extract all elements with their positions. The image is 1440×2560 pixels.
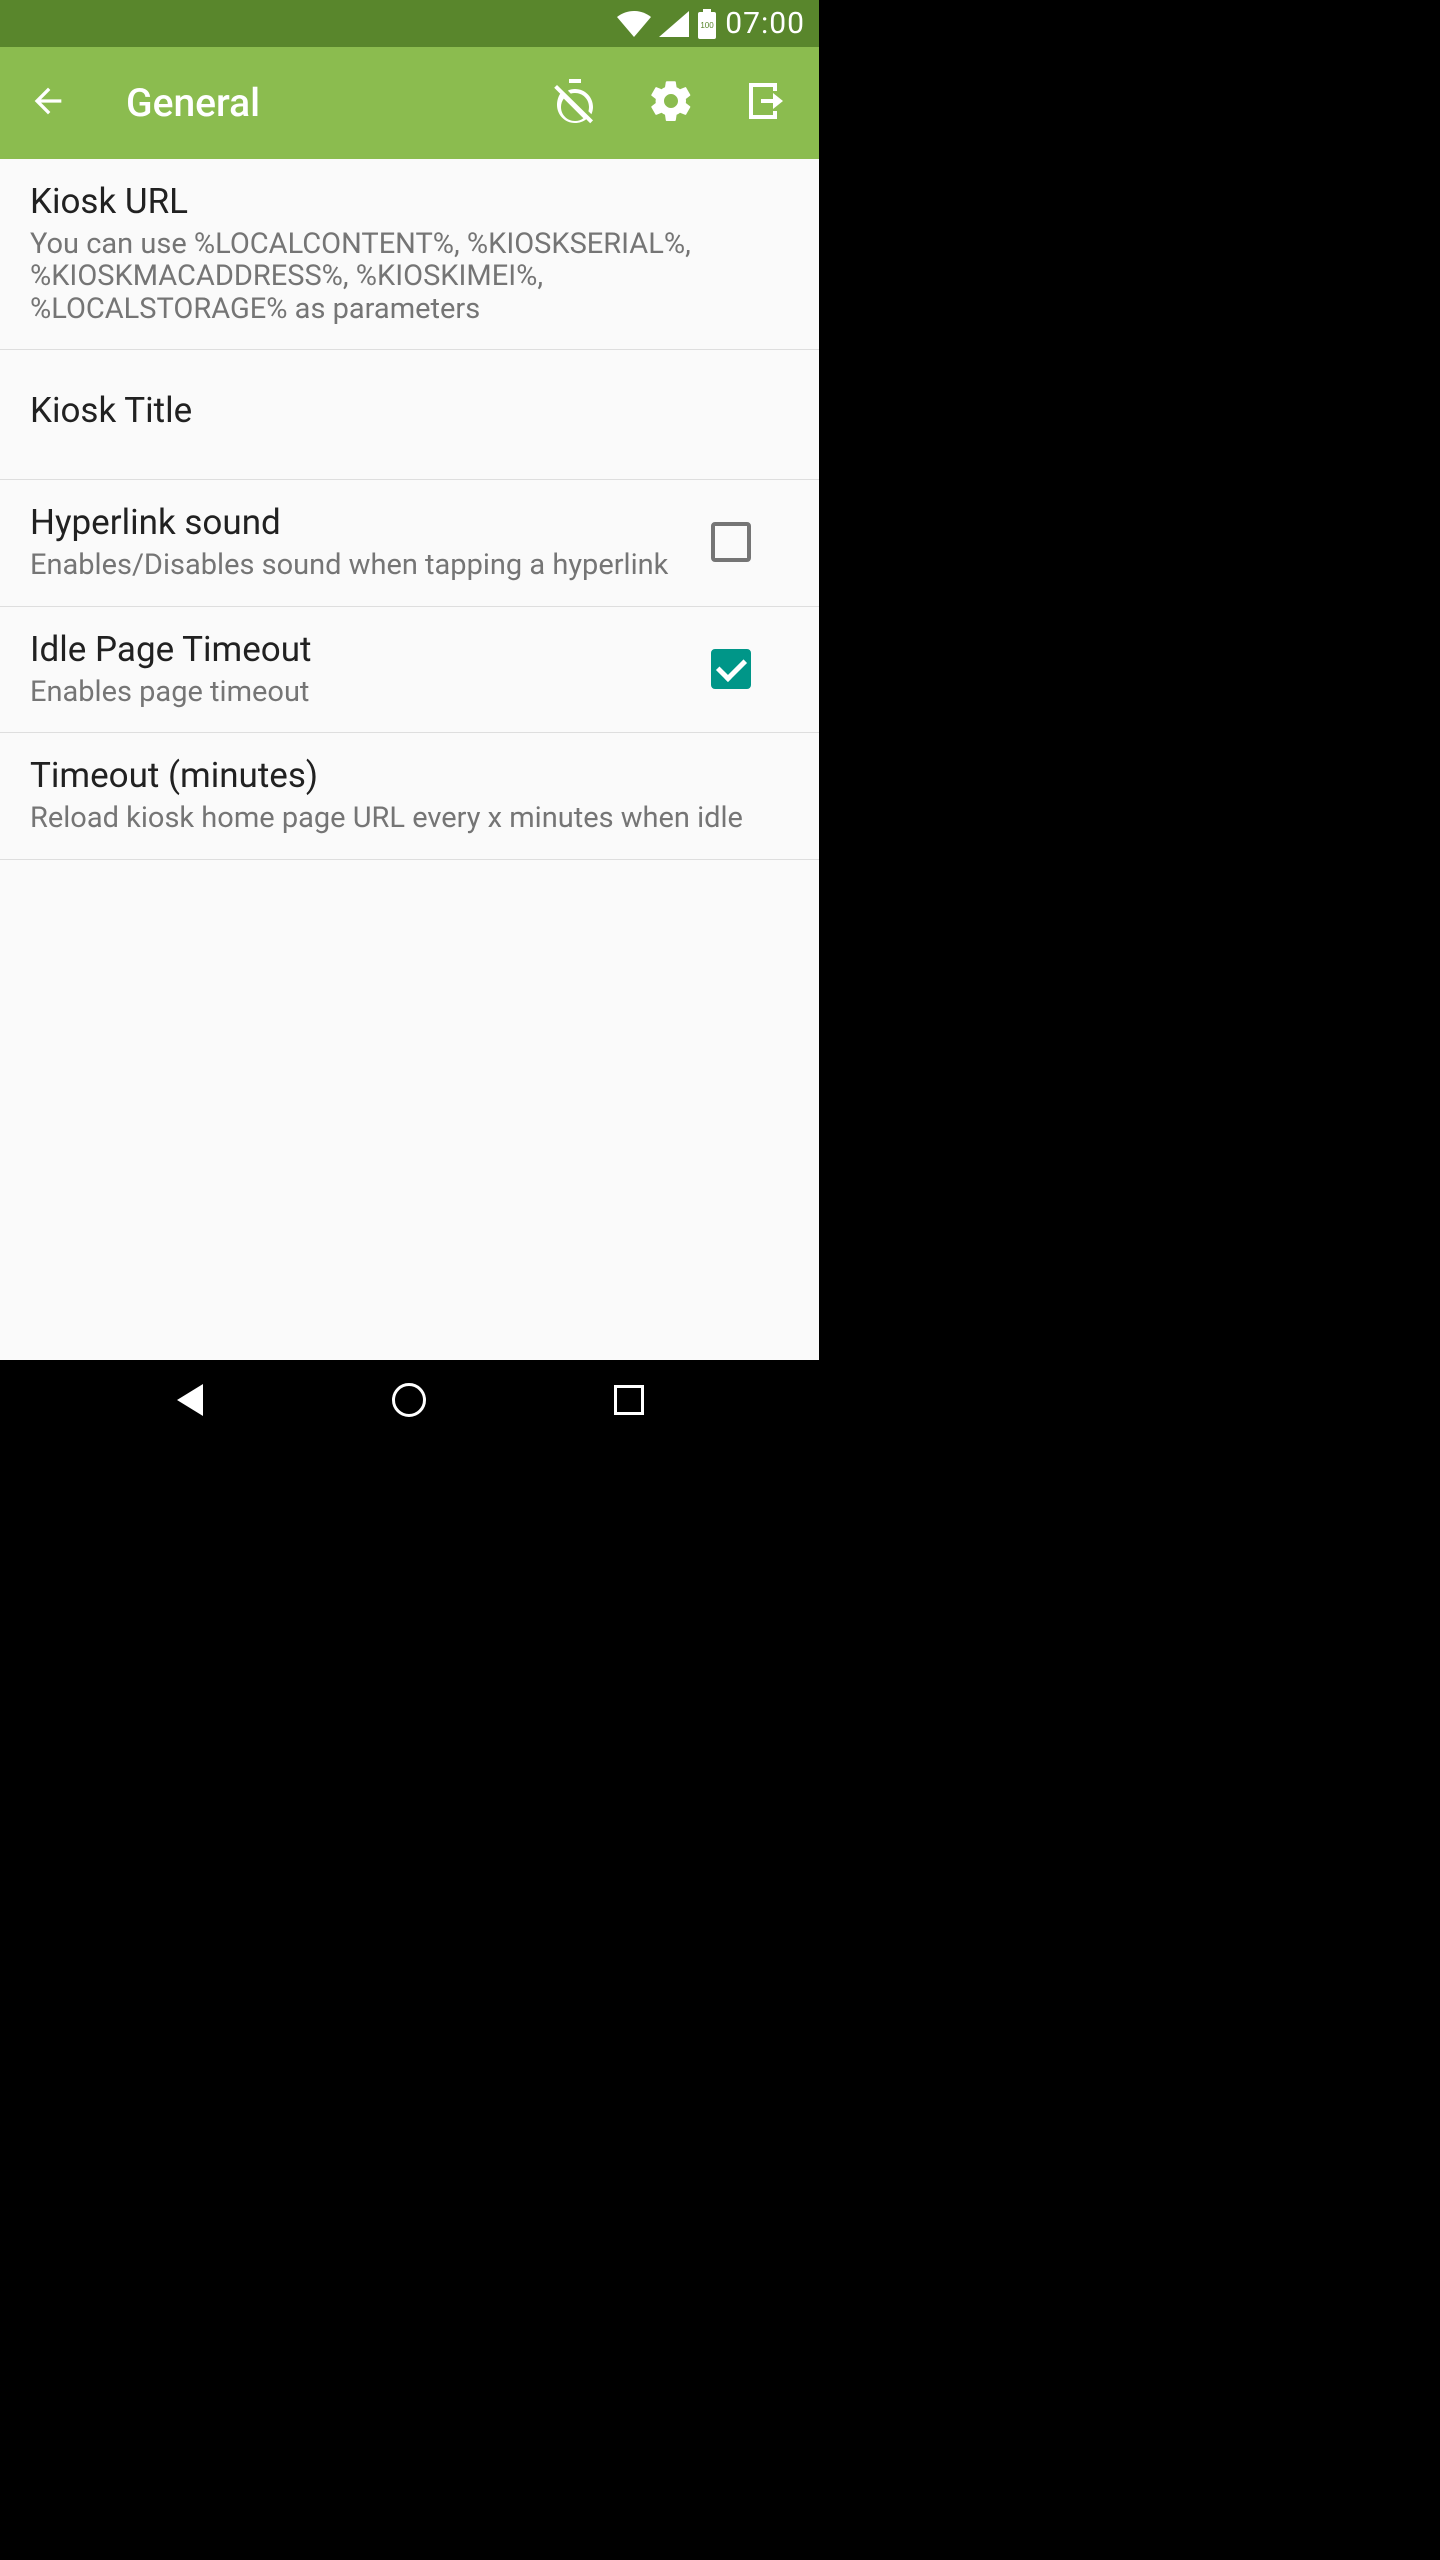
navigation-bar bbox=[0, 1360, 819, 1440]
action-bar: General bbox=[0, 47, 819, 159]
screen: 100 07:00 General Kiosk URL You can use … bbox=[0, 0, 819, 1440]
square-recent-icon bbox=[614, 1385, 644, 1415]
nav-recent-button[interactable] bbox=[599, 1370, 659, 1430]
status-bar: 100 07:00 bbox=[0, 0, 819, 47]
pref-title: Kiosk URL bbox=[30, 181, 789, 222]
svg-text:100: 100 bbox=[701, 21, 715, 30]
battery-icon: 100 bbox=[697, 9, 717, 39]
timer-off-icon[interactable] bbox=[551, 77, 599, 129]
pref-sub: Enables/Disables sound when tapping a hy… bbox=[30, 549, 671, 581]
exit-icon[interactable] bbox=[743, 77, 791, 129]
nav-back-button[interactable] bbox=[160, 1370, 220, 1430]
wifi-icon bbox=[617, 11, 651, 37]
pref-sub: You can use %LOCALCONTENT%, %KIOSKSERIAL… bbox=[30, 228, 789, 325]
status-clock: 07:00 bbox=[725, 6, 805, 41]
pref-sub: Enables page timeout bbox=[30, 676, 671, 708]
gear-icon[interactable] bbox=[647, 77, 695, 129]
pref-title: Idle Page Timeout bbox=[30, 629, 671, 670]
pref-title: Kiosk Title bbox=[30, 390, 789, 431]
pref-title: Timeout (minutes) bbox=[30, 755, 789, 796]
signal-icon bbox=[659, 11, 689, 37]
page-title: General bbox=[126, 80, 551, 126]
settings-list: Kiosk URL You can use %LOCALCONTENT%, %K… bbox=[0, 159, 819, 1360]
checkbox-checked-icon[interactable] bbox=[711, 649, 751, 689]
pref-kiosk-url[interactable]: Kiosk URL You can use %LOCALCONTENT%, %K… bbox=[0, 159, 819, 350]
circle-home-icon bbox=[392, 1383, 426, 1417]
nav-home-button[interactable] bbox=[379, 1370, 439, 1430]
triangle-back-icon bbox=[177, 1384, 203, 1416]
pref-sub: Reload kiosk home page URL every x minut… bbox=[30, 802, 789, 834]
pref-timeout-minutes[interactable]: Timeout (minutes) Reload kiosk home page… bbox=[0, 733, 819, 859]
pref-idle-page-timeout[interactable]: Idle Page Timeout Enables page timeout bbox=[0, 607, 819, 733]
pref-title: Hyperlink sound bbox=[30, 502, 671, 543]
pref-hyperlink-sound[interactable]: Hyperlink sound Enables/Disables sound w… bbox=[0, 480, 819, 606]
pref-kiosk-title[interactable]: Kiosk Title bbox=[0, 350, 819, 480]
back-icon[interactable] bbox=[28, 81, 68, 125]
checkbox-unchecked-icon[interactable] bbox=[711, 522, 751, 562]
